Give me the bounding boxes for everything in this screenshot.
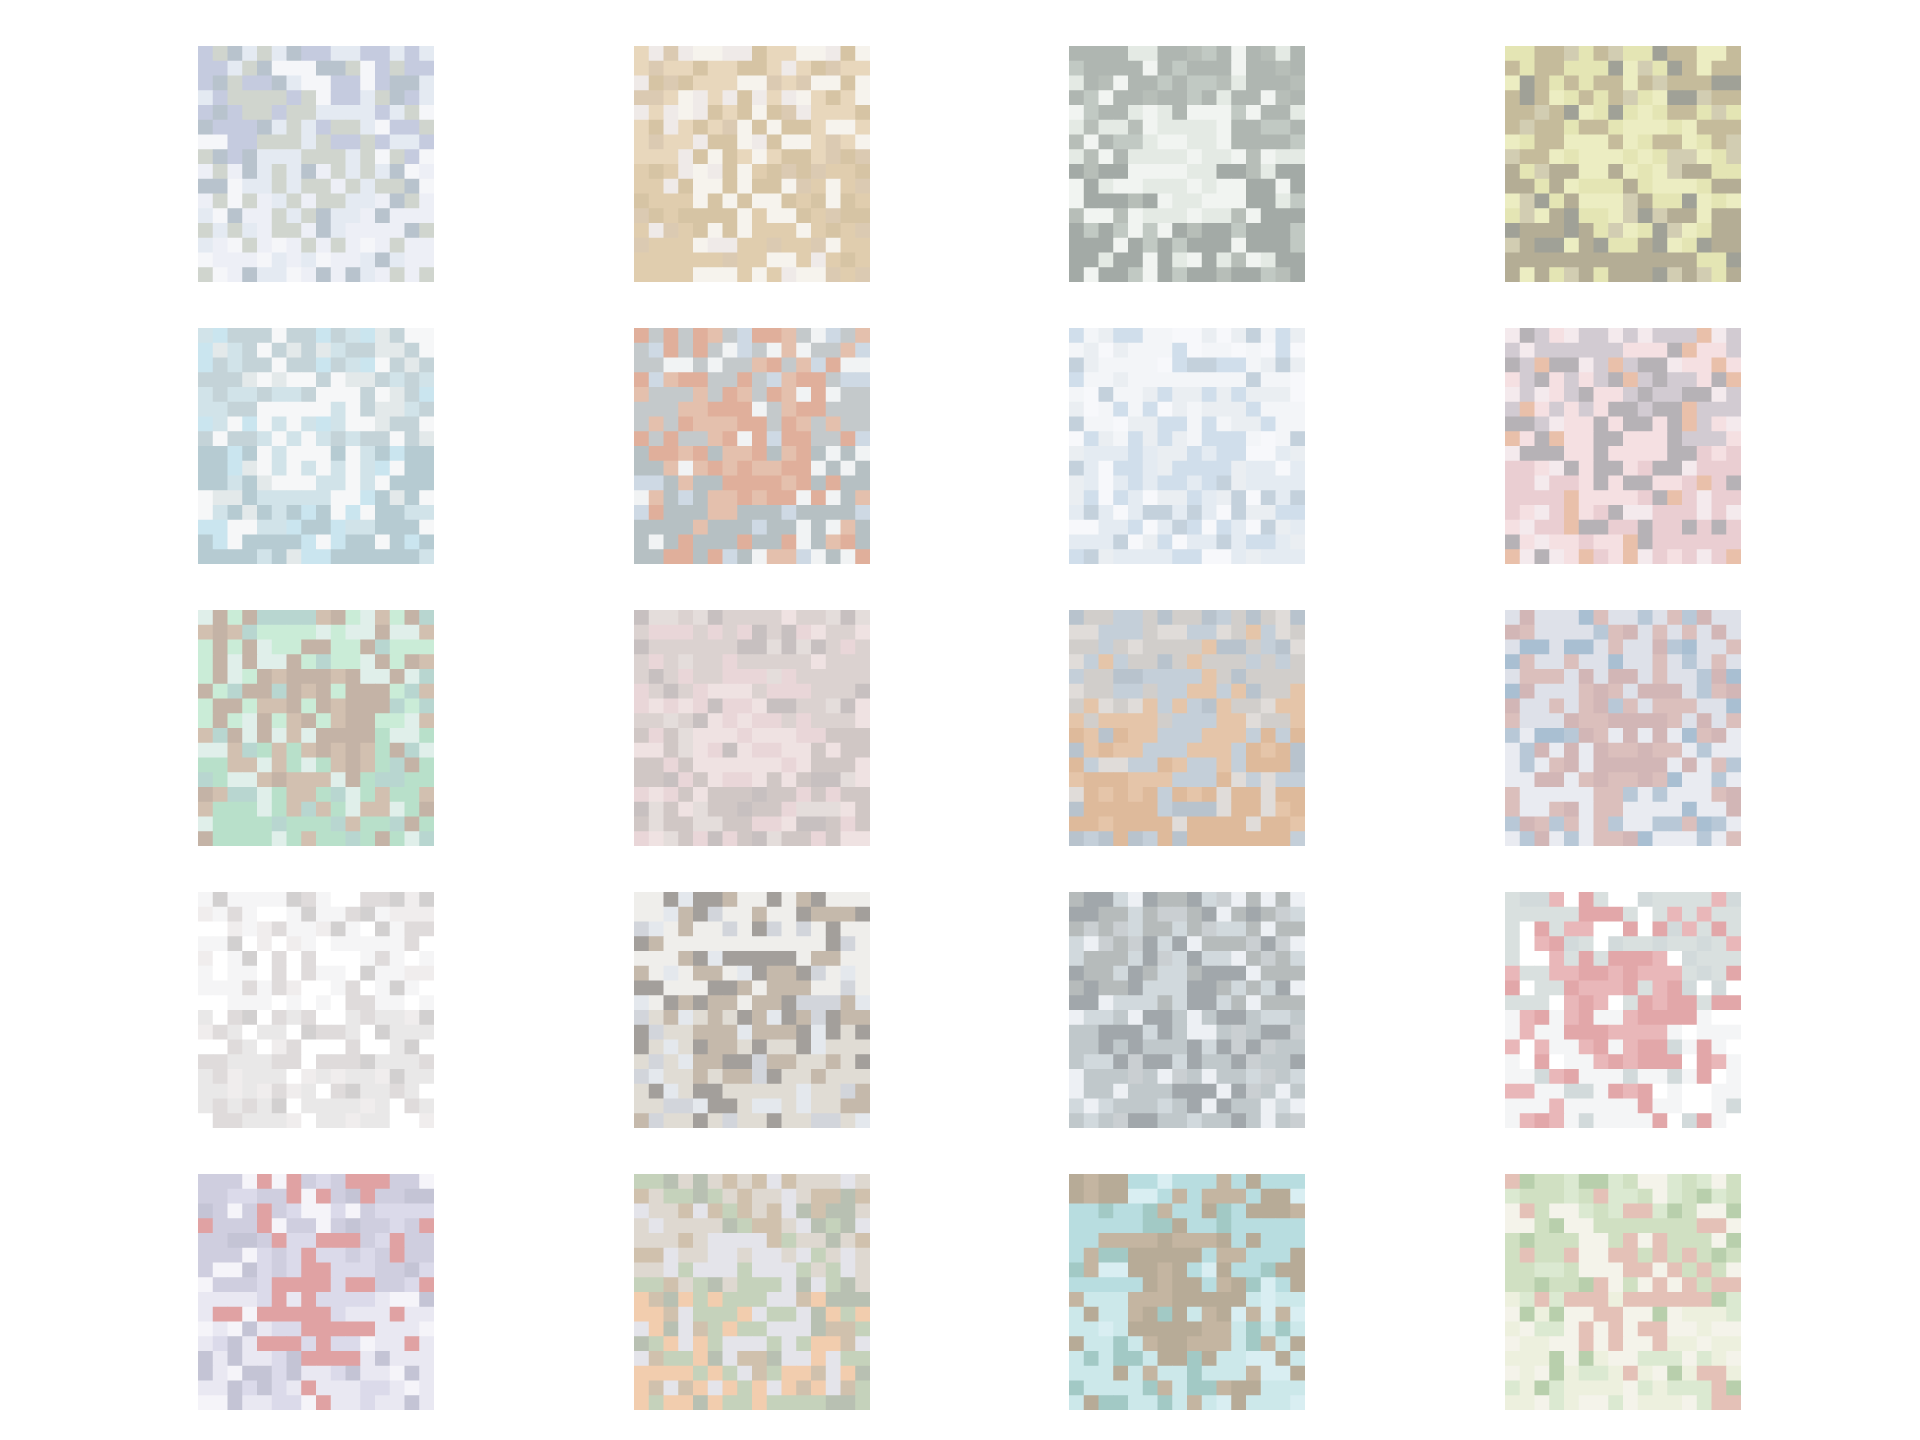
image-tile-pixels (198, 610, 434, 846)
image-tile-pixels (1505, 610, 1741, 846)
image-tile-pixels (1505, 46, 1741, 282)
image-tile (634, 46, 870, 282)
image-tile-pixels (634, 1174, 870, 1410)
image-tile-pixels (634, 892, 870, 1128)
image-tile-pixels (1069, 892, 1305, 1128)
image-tile-pixels (1069, 610, 1305, 846)
image-tile-pixels (634, 610, 870, 846)
image-tile (634, 610, 870, 846)
image-tile-pixels (634, 328, 870, 564)
image-tile-pixels (1505, 1174, 1741, 1410)
image-tile (634, 328, 870, 564)
image-tile-pixels (1069, 328, 1305, 564)
image-tile (1069, 1174, 1305, 1410)
image-tile (1505, 328, 1741, 564)
image-tile (634, 892, 870, 1128)
image-grid-canvas (0, 0, 1920, 1440)
image-tile (198, 610, 434, 846)
image-tile (1069, 892, 1305, 1128)
image-tile-pixels (198, 892, 434, 1128)
image-tile (1505, 610, 1741, 846)
image-tile (1505, 892, 1741, 1128)
image-tile (1069, 46, 1305, 282)
image-tile-pixels (1069, 1174, 1305, 1410)
image-tile-pixels (1505, 892, 1741, 1128)
image-tile (1069, 610, 1305, 846)
image-tile-pixels (198, 1174, 434, 1410)
image-tile-pixels (198, 46, 434, 282)
image-tile (198, 328, 434, 564)
image-tile (198, 892, 434, 1128)
image-tile (198, 1174, 434, 1410)
image-tile (1505, 46, 1741, 282)
image-tile (634, 1174, 870, 1410)
image-tile (1505, 1174, 1741, 1410)
image-tile-pixels (1505, 328, 1741, 564)
image-tile-pixels (198, 328, 434, 564)
image-tile-pixels (634, 46, 870, 282)
image-tile (1069, 328, 1305, 564)
image-tile-pixels (1069, 46, 1305, 282)
image-tile (198, 46, 434, 282)
